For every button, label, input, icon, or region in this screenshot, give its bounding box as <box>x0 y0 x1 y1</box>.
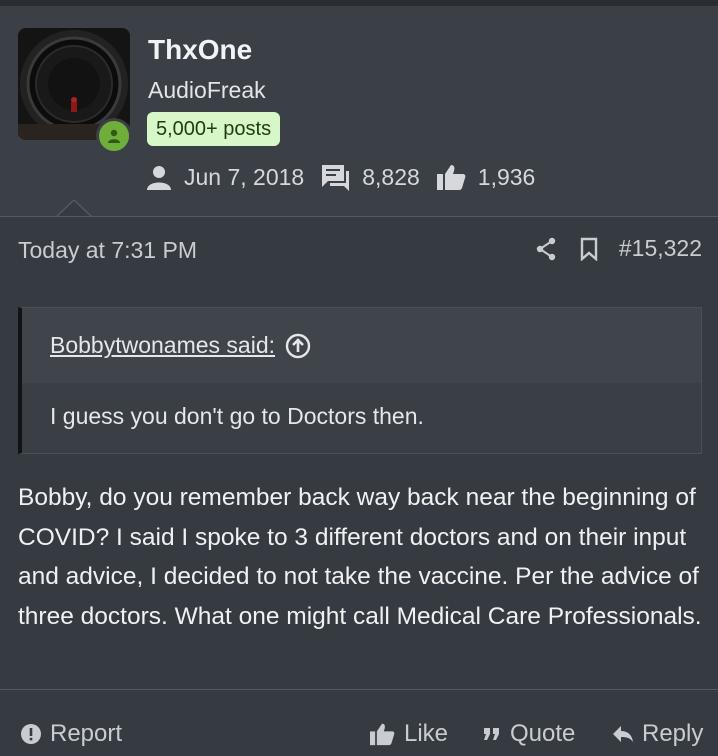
like-icon <box>370 723 395 746</box>
user-icon <box>147 166 171 190</box>
user-title: AudioFreak <box>148 77 266 103</box>
quote-block: Bobbytwonames said: I guess you don't go… <box>18 307 702 454</box>
post-body: Bobby, do you remember back way back nea… <box>18 484 702 630</box>
thumbs-up-icon <box>436 165 466 190</box>
post-meta-bar: Today at 7:31 PM #15,322 <box>0 216 718 287</box>
messages-count: 8,828 <box>362 163 420 190</box>
quote-author[interactable]: Bobbytwonames said: <box>50 332 275 359</box>
reactions-stat: 1,936 <box>436 163 536 191</box>
joined-stat: Jun 7, 2018 <box>146 164 304 191</box>
post-number[interactable]: #15,322 <box>619 235 702 262</box>
online-status-icon <box>96 118 132 154</box>
like-label: Like <box>404 720 449 747</box>
reply-button[interactable]: Reply <box>612 720 703 748</box>
user-info-block: ThxOne AudioFreak 5,000+ posts Jun 7, 20… <box>0 6 718 216</box>
post-date[interactable]: Today at 7:31 PM <box>18 237 197 264</box>
quote-button[interactable]: Quote <box>482 720 575 748</box>
reply-label: Reply <box>642 720 704 747</box>
joined-date: Jun 7, 2018 <box>184 163 305 190</box>
user-stats: Jun 7, 2018 8,828 1,936 <box>146 160 551 194</box>
post-count-badge: 5,000+ posts <box>147 112 281 146</box>
report-label: Report <box>50 720 123 747</box>
post-footer: Report Like Quote Reply <box>0 689 718 756</box>
bookmark-icon[interactable] <box>579 237 599 261</box>
username[interactable]: ThxOne <box>148 34 252 66</box>
messages-icon <box>322 165 350 191</box>
quote-text: I guess you don't go to Doctors then. <box>50 403 424 429</box>
alert-icon <box>21 724 41 744</box>
quote-icon <box>484 728 499 740</box>
quote-label: Quote <box>510 720 576 747</box>
quote-author-link[interactable]: Bobbytwonames said: <box>50 332 311 359</box>
messages-stat: 8,828 <box>320 163 420 191</box>
report-button[interactable]: Report <box>20 720 122 748</box>
post-meta-actions: #15,322 <box>513 235 702 262</box>
like-button[interactable]: Like <box>368 720 448 748</box>
arrow-up-circle-icon[interactable] <box>285 333 311 359</box>
reply-icon <box>613 726 633 742</box>
share-icon[interactable] <box>535 237 557 261</box>
reactions-count: 1,936 <box>477 163 536 190</box>
